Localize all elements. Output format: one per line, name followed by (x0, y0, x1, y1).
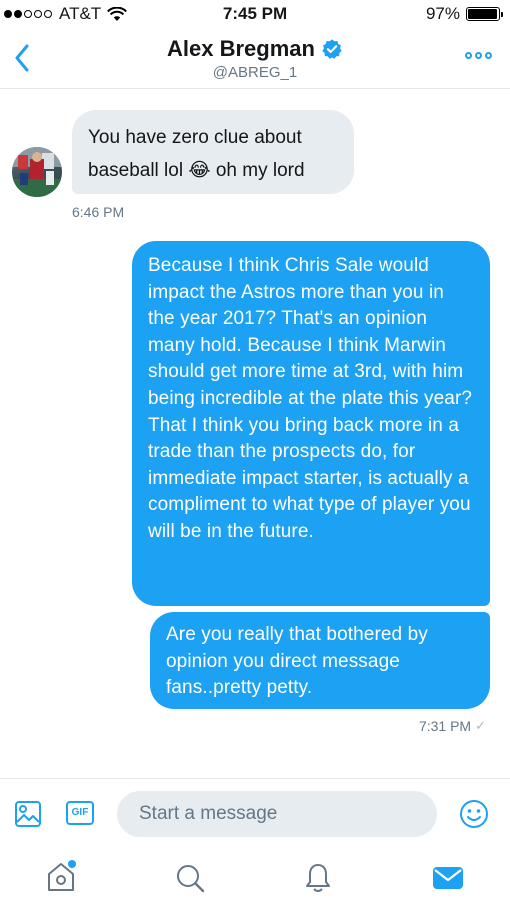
message-text-end: oh my lord (210, 160, 305, 181)
battery-icon (466, 7, 503, 21)
more-options-icon[interactable] (465, 52, 492, 59)
laughing-emoji: 😂 (188, 159, 211, 181)
tab-bar (0, 848, 510, 914)
timestamp-label: 7:31 PM (418, 718, 472, 734)
status-bar: AT&T 7:45 PM 97% (0, 0, 510, 30)
message-input[interactable]: Start a message (117, 791, 437, 837)
outgoing-message-bubble[interactable]: Are you really that bothered by opinion … (150, 612, 490, 709)
gif-button[interactable]: GIF (66, 801, 94, 825)
avatar[interactable] (12, 147, 62, 197)
gif-label: GIF (71, 807, 89, 818)
message-text: Because I think Chris Sale would impact … (148, 255, 473, 542)
outgoing-timestamp: 7:31 PM ✓ (419, 718, 486, 734)
incoming-message-bubble[interactable]: You have zero clue about baseball lol 😂 … (72, 110, 354, 194)
verified-badge-icon (322, 39, 342, 59)
contact-name-label: Alex Bregman (167, 36, 315, 61)
battery-percent: 97% (425, 4, 460, 23)
message-input-placeholder: Start a message (139, 803, 278, 824)
messages-icon[interactable] (432, 865, 464, 891)
image-icon[interactable] (14, 800, 42, 828)
message-composer: GIF Start a message (0, 778, 510, 849)
outgoing-message-bubble[interactable]: Because I think Chris Sale would impact … (132, 241, 490, 606)
search-icon[interactable] (174, 862, 206, 894)
incoming-timestamp: 6:46 PM (72, 204, 125, 220)
home-icon[interactable] (44, 858, 78, 894)
contact-handle: @ABREG_1 (212, 64, 298, 81)
read-receipt-icon: ✓ (475, 718, 486, 734)
message-text: Are you really that bothered by opinion … (166, 624, 428, 699)
emoji-icon[interactable] (459, 799, 489, 829)
contact-name[interactable]: Alex Bregman (167, 36, 343, 62)
conversation-header: Alex Bregman @ABREG_1 (0, 30, 510, 89)
notifications-icon[interactable] (303, 862, 333, 894)
